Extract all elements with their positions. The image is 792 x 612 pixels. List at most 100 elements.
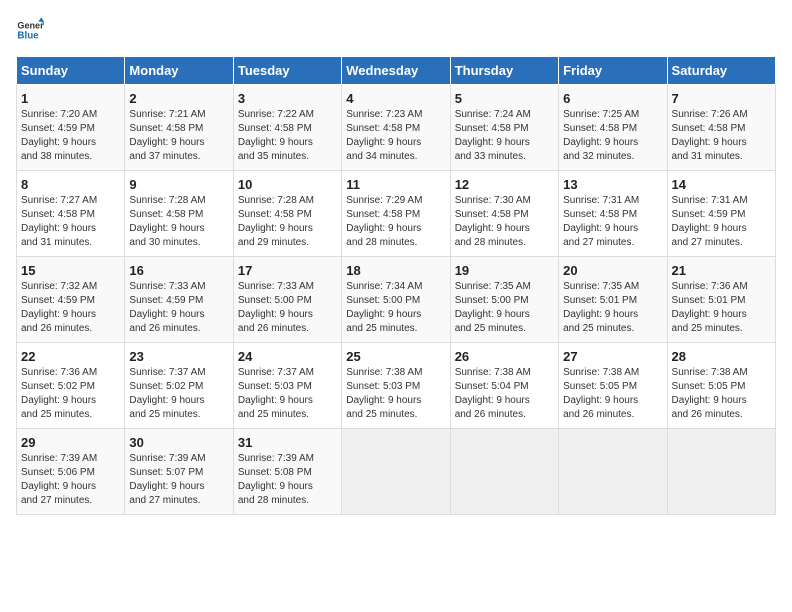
day-number: 14	[672, 177, 771, 192]
calendar-week-3: 15Sunrise: 7:32 AM Sunset: 4:59 PM Dayli…	[17, 257, 776, 343]
calendar-table: SundayMondayTuesdayWednesdayThursdayFrid…	[16, 56, 776, 515]
calendar-cell	[342, 429, 450, 515]
day-number: 29	[21, 435, 120, 450]
calendar-cell: 1 Sunrise: 7:20 AM Sunset: 4:59 PM Daylig…	[17, 85, 125, 171]
calendar-cell: 25 Sunrise: 7:38 AM Sunset: 5:03 PM Dayli…	[342, 343, 450, 429]
calendar-cell: 2Sunrise: 7:21 AM Sunset: 4:58 PM Daylig…	[125, 85, 233, 171]
day-info: Sunrise: 7:35 AM Sunset: 5:01 PM Dayligh…	[563, 280, 662, 336]
day-number: 27	[563, 349, 662, 364]
day-info: Sunrise: 7:33 AM Sunset: 5:00 PM Dayligh…	[238, 280, 337, 336]
calendar-cell: 16 Sunrise: 7:33 AM Sunset: 4:59 PM Dayli…	[125, 257, 233, 343]
day-info: Sunrise: 7:35 AM Sunset: 5:00 PM Dayligh…	[455, 280, 554, 336]
day-info: Sunrise: 7:37 AM Sunset: 5:02 PM Dayligh…	[129, 366, 228, 422]
day-number: 18	[346, 263, 445, 278]
day-number: 25	[346, 349, 445, 364]
calendar-cell: 5Sunrise: 7:24 AM Sunset: 4:58 PM Daylig…	[450, 85, 558, 171]
header-day-friday: Friday	[559, 57, 667, 85]
day-number: 9	[129, 177, 228, 192]
day-number: 15	[21, 263, 120, 278]
day-number: 13	[563, 177, 662, 192]
day-info: Sunrise: 7:28 AM Sunset: 4:58 PM Dayligh…	[238, 194, 337, 250]
calendar-cell: 23Sunrise: 7:37 AM Sunset: 5:02 PM Dayli…	[125, 343, 233, 429]
page-header: General Blue	[16, 16, 776, 44]
calendar-cell: 7 Sunrise: 7:26 AM Sunset: 4:58 PM Daylig…	[667, 85, 775, 171]
day-info: Sunrise: 7:33 AM Sunset: 4:59 PM Dayligh…	[129, 280, 228, 336]
logo: General Blue	[16, 16, 44, 44]
calendar-cell: 22 Sunrise: 7:36 AM Sunset: 5:02 PM Dayli…	[17, 343, 125, 429]
calendar-cell: 20 Sunrise: 7:35 AM Sunset: 5:01 PM Dayli…	[559, 257, 667, 343]
day-info: Sunrise: 7:27 AM Sunset: 4:58 PM Dayligh…	[21, 194, 120, 250]
calendar-cell: 10Sunrise: 7:28 AM Sunset: 4:58 PM Dayli…	[233, 171, 341, 257]
day-info: Sunrise: 7:38 AM Sunset: 5:05 PM Dayligh…	[672, 366, 771, 422]
calendar-cell: 15Sunrise: 7:32 AM Sunset: 4:59 PM Dayli…	[17, 257, 125, 343]
day-info: Sunrise: 7:36 AM Sunset: 5:01 PM Dayligh…	[672, 280, 771, 336]
day-number: 2	[129, 91, 228, 106]
day-info: Sunrise: 7:24 AM Sunset: 4:58 PM Dayligh…	[455, 108, 554, 164]
day-number: 3	[238, 91, 337, 106]
svg-text:Blue: Blue	[17, 30, 39, 41]
calendar-body: 1 Sunrise: 7:20 AM Sunset: 4:59 PM Daylig…	[17, 85, 776, 515]
header-day-thursday: Thursday	[450, 57, 558, 85]
day-info: Sunrise: 7:37 AM Sunset: 5:03 PM Dayligh…	[238, 366, 337, 422]
header-day-wednesday: Wednesday	[342, 57, 450, 85]
day-number: 30	[129, 435, 228, 450]
calendar-cell: 12 Sunrise: 7:30 AM Sunset: 4:58 PM Dayli…	[450, 171, 558, 257]
day-number: 1	[21, 91, 120, 106]
day-info: Sunrise: 7:23 AM Sunset: 4:58 PM Dayligh…	[346, 108, 445, 164]
calendar-cell: 31Sunrise: 7:39 AM Sunset: 5:08 PM Dayli…	[233, 429, 341, 515]
calendar-week-5: 29Sunrise: 7:39 AM Sunset: 5:06 PM Dayli…	[17, 429, 776, 515]
calendar-week-4: 22 Sunrise: 7:36 AM Sunset: 5:02 PM Dayli…	[17, 343, 776, 429]
day-number: 20	[563, 263, 662, 278]
day-number: 24	[238, 349, 337, 364]
day-info: Sunrise: 7:34 AM Sunset: 5:00 PM Dayligh…	[346, 280, 445, 336]
day-number: 26	[455, 349, 554, 364]
day-info: Sunrise: 7:25 AM Sunset: 4:58 PM Dayligh…	[563, 108, 662, 164]
day-info: Sunrise: 7:30 AM Sunset: 4:58 PM Dayligh…	[455, 194, 554, 250]
calendar-cell: 19Sunrise: 7:35 AM Sunset: 5:00 PM Dayli…	[450, 257, 558, 343]
day-info: Sunrise: 7:26 AM Sunset: 4:58 PM Dayligh…	[672, 108, 771, 164]
calendar-week-1: 1 Sunrise: 7:20 AM Sunset: 4:59 PM Daylig…	[17, 85, 776, 171]
day-number: 28	[672, 349, 771, 364]
day-info: Sunrise: 7:38 AM Sunset: 5:04 PM Dayligh…	[455, 366, 554, 422]
calendar-header: SundayMondayTuesdayWednesdayThursdayFrid…	[17, 57, 776, 85]
day-info: Sunrise: 7:20 AM Sunset: 4:59 PM Dayligh…	[21, 108, 120, 164]
calendar-cell: 8 Sunrise: 7:27 AM Sunset: 4:58 PM Daylig…	[17, 171, 125, 257]
header-day-tuesday: Tuesday	[233, 57, 341, 85]
day-number: 7	[672, 91, 771, 106]
calendar-cell: 21 Sunrise: 7:36 AM Sunset: 5:01 PM Dayli…	[667, 257, 775, 343]
day-number: 21	[672, 263, 771, 278]
calendar-cell	[667, 429, 775, 515]
calendar-cell: 9 Sunrise: 7:28 AM Sunset: 4:58 PM Daylig…	[125, 171, 233, 257]
calendar-cell	[559, 429, 667, 515]
calendar-cell: 4Sunrise: 7:23 AM Sunset: 4:58 PM Daylig…	[342, 85, 450, 171]
day-info: Sunrise: 7:36 AM Sunset: 5:02 PM Dayligh…	[21, 366, 120, 422]
header-day-saturday: Saturday	[667, 57, 775, 85]
day-number: 6	[563, 91, 662, 106]
day-info: Sunrise: 7:31 AM Sunset: 4:59 PM Dayligh…	[672, 194, 771, 250]
svg-text:General: General	[17, 21, 44, 31]
day-number: 16	[129, 263, 228, 278]
calendar-cell: 30 Sunrise: 7:39 AM Sunset: 5:07 PM Dayli…	[125, 429, 233, 515]
day-number: 17	[238, 263, 337, 278]
calendar-cell: 27Sunrise: 7:38 AM Sunset: 5:05 PM Dayli…	[559, 343, 667, 429]
header-row: SundayMondayTuesdayWednesdayThursdayFrid…	[17, 57, 776, 85]
calendar-cell: 18 Sunrise: 7:34 AM Sunset: 5:00 PM Dayli…	[342, 257, 450, 343]
calendar-cell: 26 Sunrise: 7:38 AM Sunset: 5:04 PM Dayli…	[450, 343, 558, 429]
calendar-cell: 17 Sunrise: 7:33 AM Sunset: 5:00 PM Dayli…	[233, 257, 341, 343]
calendar-week-2: 8 Sunrise: 7:27 AM Sunset: 4:58 PM Daylig…	[17, 171, 776, 257]
day-number: 11	[346, 177, 445, 192]
day-number: 12	[455, 177, 554, 192]
day-info: Sunrise: 7:38 AM Sunset: 5:03 PM Dayligh…	[346, 366, 445, 422]
calendar-cell: 6 Sunrise: 7:25 AM Sunset: 4:58 PM Daylig…	[559, 85, 667, 171]
day-number: 8	[21, 177, 120, 192]
day-info: Sunrise: 7:39 AM Sunset: 5:07 PM Dayligh…	[129, 452, 228, 508]
calendar-cell: 29Sunrise: 7:39 AM Sunset: 5:06 PM Dayli…	[17, 429, 125, 515]
day-info: Sunrise: 7:28 AM Sunset: 4:58 PM Dayligh…	[129, 194, 228, 250]
day-info: Sunrise: 7:22 AM Sunset: 4:58 PM Dayligh…	[238, 108, 337, 164]
calendar-cell: 24 Sunrise: 7:37 AM Sunset: 5:03 PM Dayli…	[233, 343, 341, 429]
calendar-cell: 11Sunrise: 7:29 AM Sunset: 4:58 PM Dayli…	[342, 171, 450, 257]
logo-icon: General Blue	[16, 16, 44, 44]
header-day-monday: Monday	[125, 57, 233, 85]
day-number: 22	[21, 349, 120, 364]
day-info: Sunrise: 7:31 AM Sunset: 4:58 PM Dayligh…	[563, 194, 662, 250]
